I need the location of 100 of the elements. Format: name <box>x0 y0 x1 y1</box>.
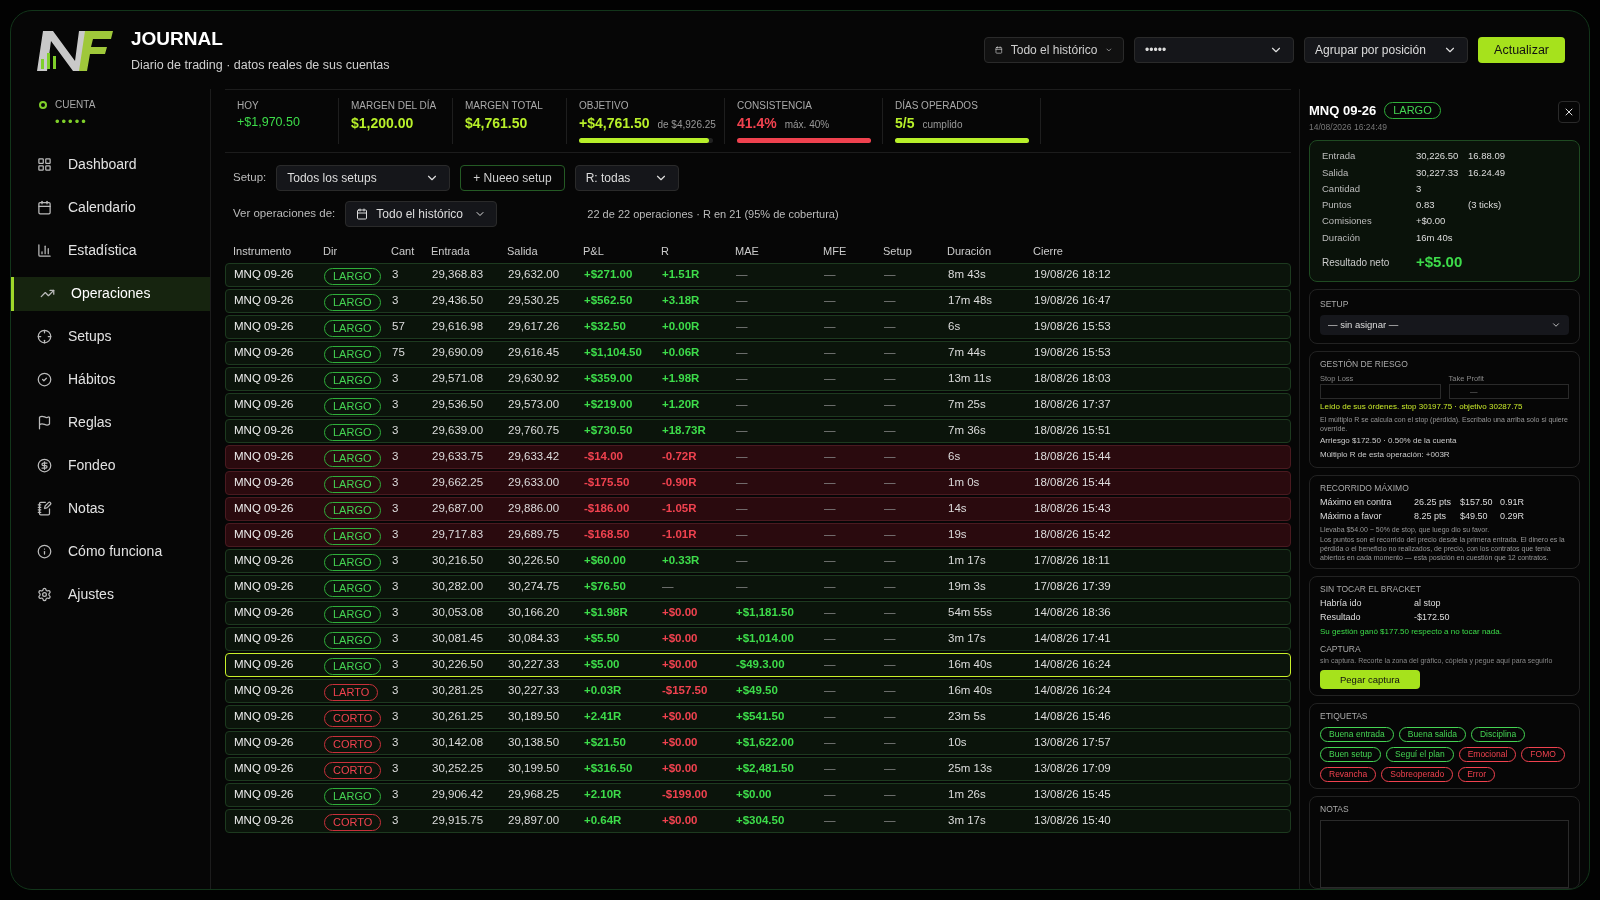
r-filter-dropdown[interactable]: R: todas <box>574 165 679 191</box>
trade-row[interactable]: MNQ 09-26 LARGO 57 29,616.98 29,617.26 +$32.50 +0.00R — — — 6s 19/08/26 15:53 <box>225 315 1291 339</box>
new-setup-button[interactable]: + Nueeo setup <box>460 165 565 191</box>
stat-label: MARGEN DEL DÍA <box>351 98 438 113</box>
table-cell-text: 18/08/26 15:44 <box>1034 475 1112 491</box>
table-cell-text: -1.01R <box>662 527 698 543</box>
table-cell-text: — <box>884 267 897 283</box>
table-cell-text: MNQ 09-26 <box>234 267 295 283</box>
table-cell-text: MNQ 09-26 <box>234 553 295 569</box>
paste-capture-button[interactable]: Pegar captura <box>1320 670 1420 690</box>
calendar-icon <box>356 208 369 220</box>
column-header: Cant <box>391 243 416 259</box>
close-icon <box>1563 106 1575 118</box>
table-cell-text: 18/08/26 15:42 <box>1034 527 1112 543</box>
table-cell-text: 3 <box>392 683 400 699</box>
table-cell-text: 17/08/26 18:11 <box>1034 553 1111 569</box>
trade-row[interactable]: MNQ 09-26 LARGO 3 29,536.50 29,573.00 +$219.00 +1.20R — — — 7m 25s 18/08/26 17:37 <box>225 393 1291 417</box>
detail-title: MNQ 09-26 <box>1309 102 1377 120</box>
column-header: Dir <box>323 243 339 259</box>
trade-row[interactable]: MNQ 09-26 LARGO 3 30,216.50 30,226.50 +$60.00 +0.33R — — — 1m 17s 17/08/26 18:11 <box>225 549 1291 573</box>
account-dropdown[interactable]: ••••• <box>1134 37 1295 63</box>
close-button[interactable] <box>1558 101 1580 123</box>
trade-row[interactable]: MNQ 09-26 LARGO 3 30,282.00 30,274.75 +$76.50 — — — — 19m 3s 17/08/26 17:39 <box>225 575 1291 599</box>
table-cell-text: 29,760.75 <box>508 423 561 439</box>
trade-row[interactable]: MNQ 09-26 LARGO 3 29,687.00 29,886.00 -$186.00 -1.05R — — — 14s 18/08/26 15:43 <box>225 497 1291 521</box>
table-cell-text: 19s <box>948 527 968 543</box>
table-cell-text: — <box>736 267 749 283</box>
sidebar-item[interactable]: Fondeo <box>11 448 210 483</box>
management-gain: Su gestión ganó $177.50 respecto a no tocar nada. <box>1320 625 1503 638</box>
table-cell-text: 3 <box>392 631 400 647</box>
table-cell-text: 29,573.00 <box>508 397 561 413</box>
fact-value: 30,227.33 <box>1416 165 1460 180</box>
table-cell-text: — <box>736 449 749 465</box>
trade-row[interactable]: MNQ 09-26 CORTO 3 30,261.25 30,189.50 +2.41R +$0.00 +$541.50 — — 23m 5s 14/08/26 15:46 <box>225 705 1291 729</box>
fact-extra: 16.24.49 <box>1468 165 1505 180</box>
table-cell-text: 29,616.45 <box>508 345 561 361</box>
table-cell-text: 75 <box>392 345 406 361</box>
nav-icon <box>37 458 52 473</box>
refresh-button[interactable]: Actualizar <box>1478 37 1565 63</box>
bracket-value: -$172.50 <box>1414 611 1450 624</box>
trade-row[interactable]: MNQ 09-26 CORTO 3 30,142.08 30,138.50 +$21.50 +$0.00 +$1,622.00 — — 10s 13/08/26 17:57 <box>225 731 1291 755</box>
sidebar-item[interactable]: Setups <box>11 319 210 354</box>
period-dropdown[interactable]: Todo el histórico <box>345 201 498 227</box>
take-profit-field[interactable]: — <box>1448 384 1569 399</box>
table-cell-text: MNQ 09-26 <box>234 449 295 465</box>
chevron-icon <box>1551 320 1561 330</box>
trade-row[interactable]: MNQ 09-26 LARGO 3 29,436.50 29,530.25 +$562.50 +3.18R — — — 17m 48s 19/08/26 16:47 <box>225 289 1291 313</box>
trade-row[interactable]: MNQ 09-26 CORTO 3 29,915.75 29,897.00 +0.64R +$0.00 +$304.50 — — 3m 17s 13/08/26 15:40 <box>225 809 1291 833</box>
trade-row[interactable]: MNQ 09-26 LARGO 3 29,906.42 29,968.25 +2.10R -$199.00 +$0.00 — — 1m 26s 13/08/26 15:45 <box>225 783 1291 807</box>
sidebar-item[interactable]: Reglas <box>11 405 210 440</box>
trade-row[interactable]: MNQ 09-26 LARGO 3 30,081.45 30,084.33 +$5.50 +$0.00 +$1,014.00 — — 3m 17s 14/08/26 17:41 <box>225 627 1291 651</box>
table-cell-text: MNQ 09-26 <box>234 813 295 829</box>
sidebar-item[interactable]: Ajustes <box>11 577 210 612</box>
calendar-icon <box>995 44 1003 56</box>
table-cell-text: — <box>884 397 897 413</box>
table-cell-text: 3 <box>392 709 400 725</box>
trade-row[interactable]: MNQ 09-26 LARGO 3 29,717.83 29,689.75 -$168.50 -1.01R — — — 19s 18/08/26 15:42 <box>225 523 1291 547</box>
table-cell-text: — <box>824 449 837 465</box>
sidebar-item[interactable]: Dashboard <box>11 147 210 182</box>
stop-loss-field[interactable] <box>1320 384 1441 399</box>
sidebar-item[interactable]: Cómo funciona <box>11 534 210 569</box>
sidebar-item[interactable]: Calendario <box>11 190 210 225</box>
trade-row[interactable]: MNQ 09-26 LARGO 3 29,639.00 29,760.75 +$730.50 +18.73R — — — 7m 36s 18/08/26 15:51 <box>225 419 1291 443</box>
trade-row[interactable]: MNQ 09-26 LARGO 3 29,571.08 29,630.92 +$359.00 +1.98R — — — 13m 11s 18/08/26 18:03 <box>225 367 1291 391</box>
trade-row[interactable]: MNQ 09-26 LARGO 3 30,053.08 30,166.20 +$1.98R +$0.00 +$1,181.50 — — 54m 55s 14/08/26 18:36 <box>225 601 1291 625</box>
table-cell-text: 23m 5s <box>948 709 987 725</box>
bracket-value: al stop <box>1414 596 1441 610</box>
table-cell-text: +2.41R <box>584 709 623 725</box>
sidebar-item[interactable]: Hábitos <box>11 362 210 397</box>
table-cell-text: +$1,622.00 <box>736 735 795 751</box>
sidebar-item[interactable]: Operaciones <box>11 276 210 311</box>
table-cell-text: 29,368.83 <box>432 267 485 283</box>
trade-row[interactable]: MNQ 09-26 LARGO 3 30,226.50 30,227.33 +$5.00 +$0.00 -$49.3.00 — — 16m 40s 14/08/26 16:24 <box>225 653 1291 677</box>
table-cell-text: 29,633.42 <box>508 449 561 465</box>
notes-field[interactable] <box>1320 819 1569 888</box>
date-range-dropdown[interactable]: Todo el histórico <box>984 37 1125 63</box>
trade-row[interactable]: MNQ 09-26 LARGO 75 29,690.09 29,616.45 +$1,104.50 +0.06R — — — 7m 44s 19/08/26 15:53 <box>225 341 1291 365</box>
setup-dropdown[interactable]: Todos los setups <box>276 165 451 191</box>
trade-row[interactable]: MNQ 09-26 LARTO 3 30,281.25 30,227.33 +0.03R -$157.50 +$49.50 — — 16m 40s 14/08/26 16:24 <box>225 679 1291 703</box>
trade-row[interactable]: MNQ 09-26 LARGO 3 29,368.83 29,632.00 +$271.00 +1.51R — — — 8m 43s 19/08/26 18:12 <box>225 263 1291 287</box>
table-cell-text: 3 <box>392 501 400 517</box>
sidebar-item[interactable]: Estadística <box>11 233 210 268</box>
group-dropdown[interactable]: Agrupar por posición <box>1304 37 1469 63</box>
trade-row[interactable]: MNQ 09-26 LARGO 3 29,662.25 29,633.00 -$175.50 -0.90R — — — 1m 0s 18/08/26 15:44 <box>225 471 1291 495</box>
fact-extra: (3 ticks) <box>1468 198 1502 212</box>
table-cell-text: 57 <box>392 319 406 335</box>
trade-row[interactable]: MNQ 09-26 CORTO 3 30,252.25 30,199.50 +$316.50 +$0.00 +$2,481.50 — — 25m 13s 13/08/26 17:09 <box>225 757 1291 781</box>
section-title: RECORRIDO MÁXIMO <box>1320 482 1410 495</box>
sidebar-item[interactable]: Notas <box>11 491 210 526</box>
fact-value: 16m 40s <box>1416 230 1454 245</box>
table-cell-text: — <box>736 423 749 439</box>
table-cell-text: 19/08/26 16:47 <box>1034 293 1112 309</box>
setup-select[interactable]: — sin asignar — <box>1320 315 1569 335</box>
table-cell-text: — <box>736 475 749 491</box>
table-cell-text: 29,662.25 <box>432 475 485 491</box>
excursion-points: 26.25 pts <box>1414 495 1453 509</box>
table-cell-text: MNQ 09-26 <box>234 683 295 699</box>
trade-row[interactable]: MNQ 09-26 LARGO 3 29,633.75 29,633.42 -$14.00 -0.72R — — — 6s 18/08/26 15:44 <box>225 445 1291 469</box>
table-cell-text: 6s <box>948 319 962 335</box>
table-cell-text: — <box>884 735 897 751</box>
